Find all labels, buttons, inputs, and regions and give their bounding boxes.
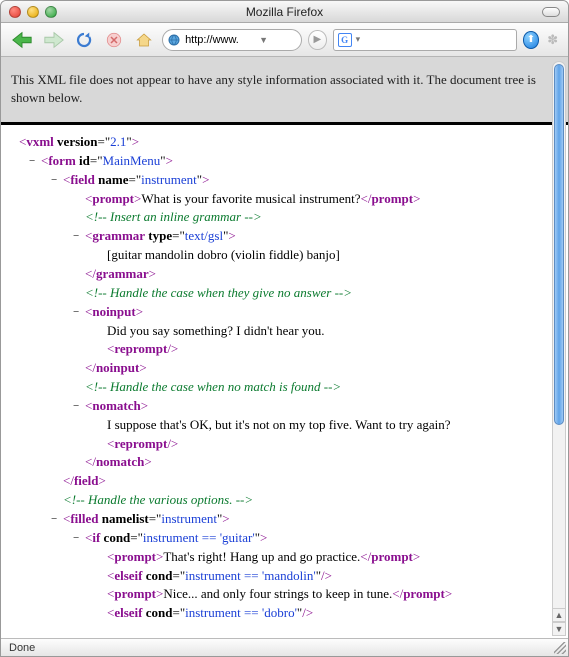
expand-toggle[interactable]: − [73,305,83,321]
if-open-tag: <if cond="instrument == 'guitar'"> [85,530,267,545]
expand-toggle[interactable]: − [51,173,61,189]
url-input[interactable] [185,34,255,46]
xml-comment: <!-- Handle the case when no match is fo… [85,378,550,397]
back-button[interactable] [9,28,35,52]
url-bar[interactable]: ▼ [162,29,302,51]
xml-comment: <!-- Handle the various options. --> [63,491,550,510]
go-arrow-icon: ▶ [313,34,321,45]
stop-button[interactable] [102,28,126,52]
xml-comment: <!-- Handle the case when they give no a… [85,284,550,303]
search-input[interactable] [370,34,512,46]
grammar-close-tag: </grammar> [85,265,550,284]
xml-comment: <!-- Insert an inline grammar --> [85,208,550,227]
xml-notice: This XML file does not appear to have an… [1,57,568,125]
go-button[interactable]: ▶ [308,30,327,50]
form-open-tag: <form id="MainMenu"> [41,153,173,168]
reprompt-tag: <reprompt/> [107,435,550,454]
activity-throbber: ✽ [545,32,560,48]
noinput-open-tag: <noinput> [85,304,143,319]
expand-toggle[interactable]: − [1,135,3,151]
navigation-toolbar: ▼ ▶ G ▾ ⬆ ✽ [1,23,568,57]
expand-toggle[interactable]: − [73,399,83,415]
upload-indicator[interactable]: ⬆ [523,31,540,49]
window-title: Mozilla Firefox [1,5,568,19]
site-favicon [167,33,181,47]
stop-icon [105,31,123,49]
back-arrow-icon [11,30,33,50]
expand-toggle[interactable]: − [73,531,83,547]
elseif-tag: <elseif cond="instrument == 'mandolin'"/… [107,567,550,586]
reload-button[interactable] [72,28,96,52]
nomatch-text: I suppose that's OK, but it's not on my … [107,416,550,435]
forward-arrow-icon [43,30,65,50]
home-button[interactable] [132,28,156,52]
prompt-line: <prompt>Boy, that's no fun to learn, is … [107,623,550,626]
filled-open-tag: <filled namelist="instrument"> [63,511,230,526]
forward-button[interactable] [41,28,67,52]
search-engine-icon[interactable]: G [338,33,352,47]
grammar-text: [guitar mandolin dobro (violin fiddle) b… [107,246,550,265]
up-arrow-icon: ⬆ [527,34,535,45]
window-titlebar: Mozilla Firefox [1,1,568,23]
search-dropdown-icon[interactable]: ▾ [356,34,366,45]
nomatch-close-tag: </nomatch> [85,453,550,472]
throbber-icon: ✽ [547,32,558,48]
home-icon [135,31,153,49]
search-bar[interactable]: G ▾ [333,29,517,51]
nomatch-open-tag: <nomatch> [85,398,148,413]
expand-toggle[interactable]: − [73,229,83,245]
field-close-tag: </field> [63,472,550,491]
grammar-open-tag: <grammar type="text/gsl"> [85,228,236,243]
xml-tree: − <vxml version="2.1"> − <form id="MainM… [1,125,550,626]
vxml-open-tag: <vxml version="2.1"> [19,134,139,149]
prompt-line: <prompt>Nice... and only four strings to… [107,585,550,604]
field-open-tag: <field name="instrument"> [63,172,209,187]
titlebar-pill-button[interactable] [542,7,560,17]
prompt-line: <prompt>That's right! Hang up and go pra… [107,548,550,567]
scroll-up-button[interactable]: ▲ [552,608,566,622]
noinput-close-tag: </noinput> [85,359,550,378]
reload-icon [75,31,93,49]
resize-grip[interactable] [554,642,566,654]
expand-toggle[interactable]: − [51,512,61,528]
prompt-line: <prompt>What is your favorite musical in… [85,190,550,209]
reprompt-tag: <reprompt/> [107,340,550,359]
noinput-text: Did you say something? I didn't hear you… [107,322,550,341]
status-text: Done [9,642,35,654]
scrollbar-thumb[interactable] [554,64,564,425]
elseif-tag: <elseif cond="instrument == 'dobro'"/> [107,604,550,623]
status-bar: Done [1,638,568,656]
expand-toggle[interactable]: − [29,154,39,170]
url-dropdown-icon[interactable]: ▼ [259,35,273,45]
vertical-scrollbar[interactable] [552,61,566,618]
scroll-down-button[interactable]: ▼ [552,622,566,636]
